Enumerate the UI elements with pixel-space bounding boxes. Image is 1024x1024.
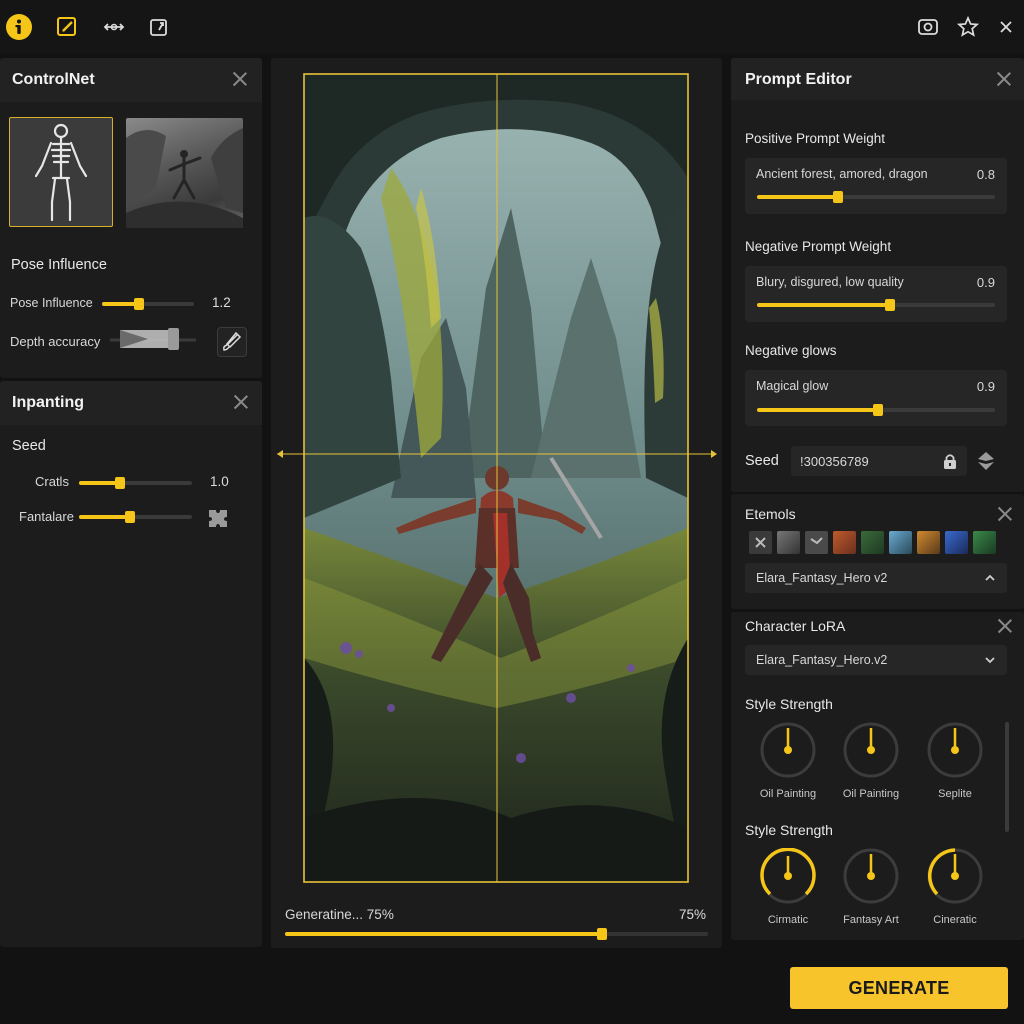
skeleton-icon [34,123,88,222]
seed-label: Seed [745,453,779,469]
seed-input[interactable]: !300356789 [791,446,967,476]
lora-scrollbar[interactable] [1005,722,1009,832]
negative-heading: Negative Prompt Weight [745,239,892,254]
top-toolbar [0,0,1024,54]
knob-cineratic[interactable] [927,848,983,904]
export-icon[interactable] [143,11,175,43]
etemols-select-value: Elara_Fantasy_Hero v2 [756,571,888,585]
inpainting-panel: Inpanting Seed Cratls 1.0 Fantalare [0,381,262,947]
seed-value[interactable]: !300356789 [800,454,869,469]
positive-weight-slider[interactable] [757,191,995,203]
positive-prompt-card[interactable]: Ancient forest, amored, dragon 0.8 [745,158,1007,214]
prompt-editor-header: Prompt Editor [731,58,1024,100]
positive-prompt-text[interactable]: Ancient forest, amored, dragon [756,167,928,181]
controlnet-close-icon[interactable] [230,69,250,89]
glows-weight-slider[interactable] [757,404,995,416]
chip-3[interactable] [805,531,828,554]
chip-4[interactable] [833,531,856,554]
depth-accuracy-slider[interactable] [110,326,196,352]
star-icon[interactable] [952,11,984,43]
progress-bar [285,928,708,940]
etemols-close-icon[interactable] [995,504,1015,524]
pose-influence-label: Pose Influence [10,296,93,310]
lora-close-icon[interactable] [995,616,1015,636]
puzzle-icon[interactable] [206,507,230,529]
lock-icon[interactable] [941,452,959,470]
knob-label-6: Cineratic [933,914,977,926]
controlnet-panel: ControlNet Pose Influence Pose Influence… [0,58,262,378]
generated-image[interactable] [271,58,722,948]
progress-value: 75% [679,907,707,922]
pose-thumbnail[interactable] [9,117,113,227]
depth-map-thumbnail[interactable] [126,118,243,228]
fantasy-slider[interactable] [79,511,192,523]
pose-influence-slider[interactable] [102,298,194,310]
style-strength-heading-1: Style Strength [745,696,833,712]
inpainting-title: Inpanting [12,394,84,411]
glows-heading: Negative glows [745,343,837,358]
lora-select[interactable]: Elara_Fantasy_Hero.v2 [745,645,1007,675]
chip-5[interactable] [861,531,884,554]
controlnet-title: ControlNet [12,71,95,88]
chip-9[interactable] [973,531,996,554]
chip-1[interactable] [749,531,772,554]
lora-title: Character LoRA [745,618,846,634]
brush-icon [223,331,242,351]
transform-icon[interactable] [98,11,130,43]
crafts-value: 1.0 [210,474,229,489]
glows-prompt-text[interactable]: Magical glow [756,379,828,393]
brush-button[interactable] [217,327,247,357]
prompt-editor-title: Prompt Editor [745,71,852,88]
pose-influence-heading: Pose Influence [11,257,107,273]
fantasy-label: Fantalare [19,509,74,524]
glows-prompt-value: 0.9 [976,379,995,394]
knob-cirmatic[interactable] [760,848,816,904]
knob-label-1: Oil Painting [759,788,817,800]
negative-weight-slider[interactable] [757,299,995,311]
knob-fantasy-art[interactable] [843,848,899,904]
positive-prompt-value: 0.8 [976,167,995,182]
knob-seplite[interactable] [927,722,983,778]
screenshot-icon[interactable] [912,11,944,43]
progress-text: Generatine... 75% [285,907,394,922]
crafts-slider[interactable] [79,477,192,489]
negative-prompt-text[interactable]: Blury, disgured, low quality [756,275,904,289]
knob-label-5: Fantasy Art [843,914,899,926]
prompt-editor-close-icon[interactable] [994,69,1014,89]
chevron-down-icon [985,657,995,664]
info-icon[interactable] [3,11,35,43]
canvas-panel: Generatine... 75% 75% [271,58,722,948]
seed-heading: Seed [12,438,46,454]
depth-accuracy-label: Depth accuracy [10,334,101,349]
generate-button[interactable]: GENERATE [790,967,1008,1009]
edit-icon[interactable] [51,11,83,43]
glows-prompt-card[interactable]: Magical glow 0.9 [745,370,1007,426]
chip-6[interactable] [889,531,912,554]
depth-figure-icon [126,128,243,228]
knob-label-4: Cirmatic [767,914,809,926]
pose-influence-value: 1.2 [212,295,231,310]
knob-oil-painting-1[interactable] [760,722,816,778]
etemols-select[interactable]: Elara_Fantasy_Hero v2 [745,563,1007,593]
knob-label-3: Seplite [938,788,972,800]
negative-prompt-value: 0.9 [976,275,995,290]
controlnet-header: ControlNet [0,58,262,102]
positive-heading: Positive Prompt Weight [745,131,886,146]
chip-2[interactable] [777,531,800,554]
negative-prompt-card[interactable]: Blury, disgured, low quality 0.9 [745,266,1007,322]
style-strength-heading-2: Style Strength [745,822,833,838]
chip-8[interactable] [945,531,968,554]
close-icon[interactable] [990,11,1022,43]
randomize-seed-icon[interactable] [976,450,996,472]
etemols-title: Etemols [745,506,796,522]
inpainting-close-icon[interactable] [231,392,251,412]
crafts-label: Cratls [35,474,69,489]
knob-oil-painting-2[interactable] [843,722,899,778]
chip-7[interactable] [917,531,940,554]
lora-select-value: Elara_Fantasy_Hero.v2 [756,653,888,667]
inpainting-header: Inpanting [0,381,262,425]
knob-label-2: Oil Painting [842,788,900,800]
chevron-up-icon [985,574,995,581]
